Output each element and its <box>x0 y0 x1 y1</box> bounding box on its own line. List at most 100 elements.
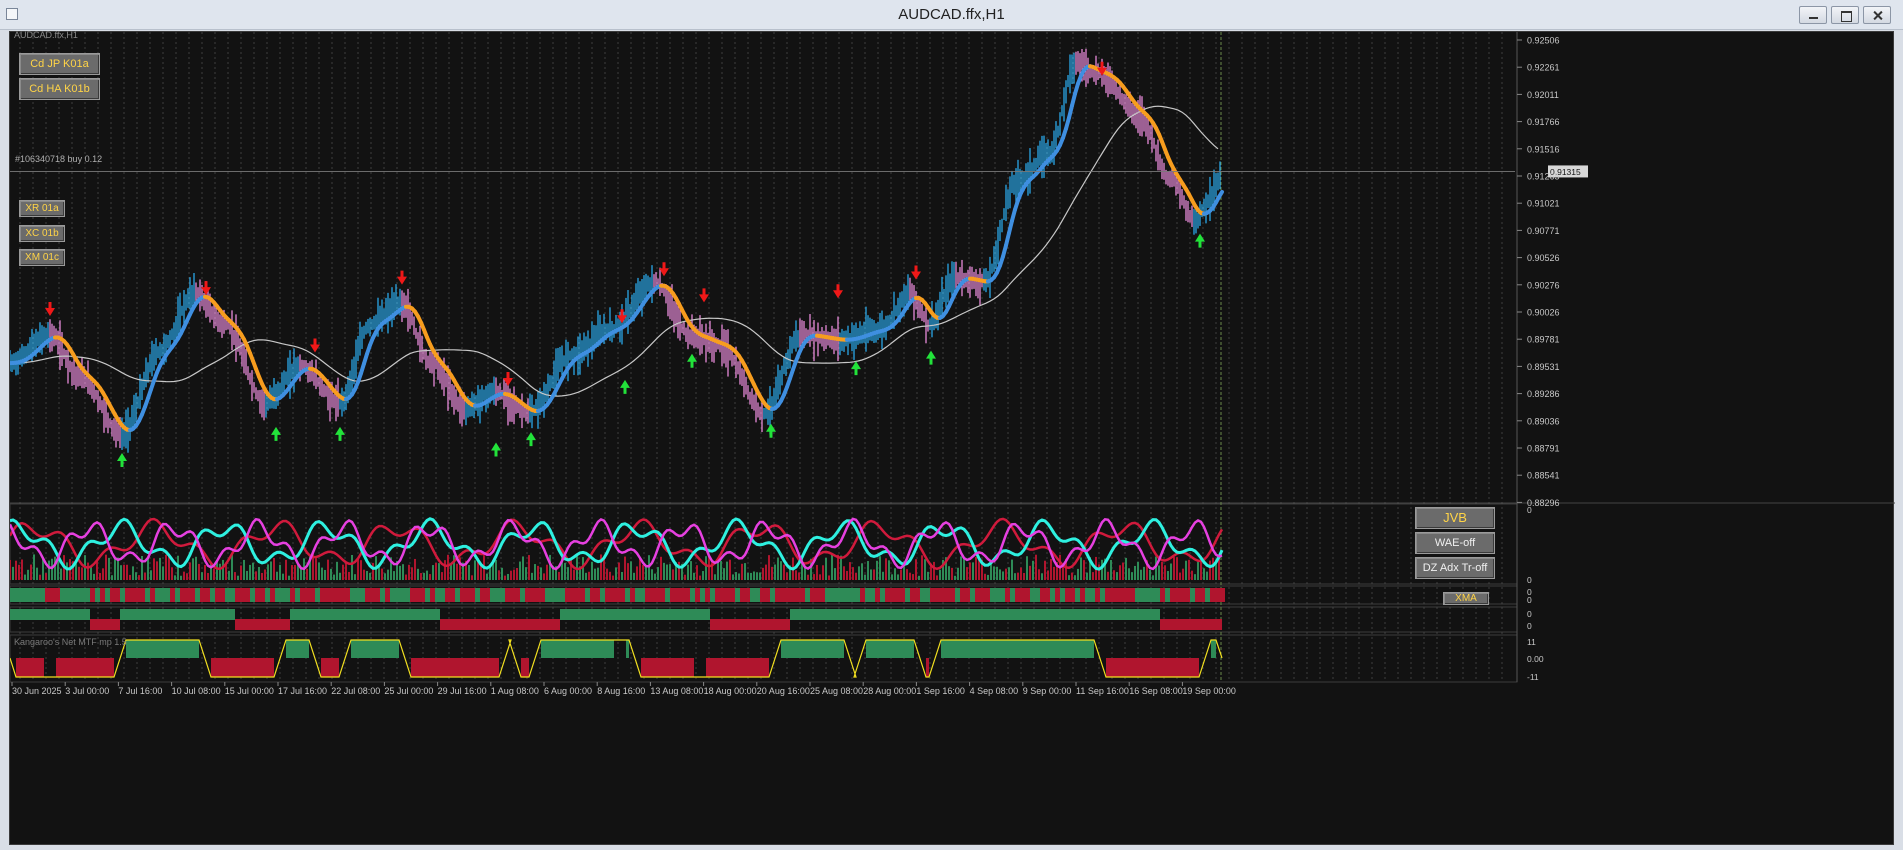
trend-bar-1-cell <box>105 588 110 602</box>
trend-bar-1-cell <box>665 588 670 602</box>
trend-bar-1-cell <box>1060 588 1065 602</box>
trend-bar-1-cell <box>910 588 915 602</box>
trend-bar-1-cell <box>205 588 210 602</box>
trend-bar-1-cell <box>870 588 875 602</box>
trend-bar-1-cell <box>630 588 635 602</box>
trend-bar-1-cell <box>1025 588 1030 602</box>
trend-bar-1-cell <box>600 588 605 602</box>
trend-bar-1-cell <box>125 588 130 602</box>
trend-bar-1-cell <box>1075 588 1080 602</box>
trend-bar-1-cell <box>820 588 825 602</box>
trend-bar-2-segment <box>790 609 1160 620</box>
trend-bar-1-cell <box>1050 588 1055 602</box>
close-button[interactable] <box>1863 6 1891 24</box>
trend-bar-1-cell <box>525 588 530 602</box>
trend-bar-1-cell <box>505 588 510 602</box>
kangaroo-net-block <box>541 640 614 658</box>
trend-bar-1-cell <box>365 588 370 602</box>
time-axis-label: 28 Aug 00:00 <box>863 686 916 696</box>
trend-bar-1-cell <box>1125 588 1130 602</box>
time-axis-label: 29 Jul 16:00 <box>438 686 487 696</box>
kangaroo-net-block <box>1211 640 1216 658</box>
trend-bar-1-cell <box>10 588 15 602</box>
trend-bar-1-cell <box>270 588 275 602</box>
buy-arrow-icon <box>1195 233 1205 248</box>
chart-area[interactable]: 0.91315 0.92506 0.92261 0.92011 0.91766 0.915… <box>9 30 1895 846</box>
trend-bar-2-segment <box>10 609 90 620</box>
xma-button[interactable]: XMA <box>1443 592 1489 605</box>
trend-bar-1-cell <box>610 588 615 602</box>
kangaroo-net-block <box>706 658 769 677</box>
trend-bar-1-cell <box>890 588 895 602</box>
kangaroo-net-block <box>926 658 929 677</box>
trend-bar-1-cell <box>460 588 465 602</box>
trend-bar-1-cell <box>385 588 390 602</box>
trend-bar-1-cell <box>695 588 700 602</box>
indicator-axis-label: -11 <box>1527 672 1539 682</box>
xr-button[interactable]: XR 01a <box>19 200 65 217</box>
trend-bar-1-cell <box>310 588 315 602</box>
wae-button[interactable]: WAE-off <box>1415 532 1495 554</box>
price-axis-label: 0.91516 <box>1527 144 1560 154</box>
trend-bar-2-segment <box>1160 619 1222 630</box>
trend-bar-1-cell <box>455 588 460 602</box>
trend-bar-1-cell <box>45 588 50 602</box>
trend-bar-1-cell <box>575 588 580 602</box>
trend-bar-1-cell <box>130 588 135 602</box>
trend-bar-1-cell <box>875 588 880 602</box>
trend-bar-1-cell <box>155 588 160 602</box>
trend-bar-1-cell <box>920 588 925 602</box>
trend-bar-1-cell <box>880 588 885 602</box>
price-axis-label: 0.92261 <box>1527 63 1560 73</box>
jvb-button[interactable]: JVB <box>1415 507 1495 529</box>
buy-arrow-icon <box>526 432 536 447</box>
time-axis-label: 10 Jul 08:00 <box>172 686 221 696</box>
buy-arrow-icon <box>117 453 127 467</box>
trend-bar-1-cell <box>1080 588 1085 602</box>
trend-bar-1-cell <box>15 588 20 602</box>
price-axis-label: 0.88541 <box>1527 471 1560 481</box>
trend-bar-1-cell <box>570 588 575 602</box>
trend-bar-1-cell <box>80 588 85 602</box>
kangaroo-net-block <box>866 640 914 658</box>
price-axis-label: 0.90526 <box>1527 253 1560 263</box>
trend-bar-1-cell <box>290 588 295 602</box>
trend-bar-1-cell <box>345 588 350 602</box>
trend-bar-1-cell <box>860 588 865 602</box>
trend-bar-1-cell <box>335 588 340 602</box>
trend-bar-1-cell <box>805 588 810 602</box>
time-axis-label: 16 Sep 08:00 <box>1129 686 1183 696</box>
xc-button[interactable]: XC 01b <box>19 225 65 242</box>
trend-bar-1-cell <box>85 588 90 602</box>
minimize-button[interactable] <box>1799 6 1827 24</box>
trend-bar-1-cell <box>1005 588 1010 602</box>
price-axis-label: 0.91766 <box>1527 117 1560 127</box>
trend-bar-1-cell <box>180 588 185 602</box>
trend-bar-1-cell <box>680 588 685 602</box>
time-axis-label: 13 Aug 08:00 <box>650 686 703 696</box>
trend-bar-1-cell <box>710 588 715 602</box>
price-axis-label: 0.90026 <box>1527 308 1560 318</box>
time-axis-label: 11 Sep 16:00 <box>1076 686 1129 696</box>
trend-bar-1-cell <box>1065 588 1070 602</box>
maximize-button[interactable] <box>1831 6 1859 24</box>
dz-adx-button[interactable]: DZ Adx Tr-off <box>1415 557 1495 579</box>
trend-bar-1-cell <box>1180 588 1185 602</box>
cd-jp-button[interactable]: Cd JP K01a <box>19 53 100 75</box>
trend-bar-2-segment <box>235 619 250 630</box>
trend-bar-1-cell <box>1150 588 1155 602</box>
cd-ha-button[interactable]: Cd HA K01b <box>19 78 100 100</box>
kangaroo-net-block <box>56 658 114 677</box>
price-axis-label: 0.90276 <box>1527 280 1560 290</box>
trend-bar-1-cell <box>25 588 30 602</box>
buy-arrow-icon <box>335 426 345 441</box>
trend-bar-1-cell <box>70 588 75 602</box>
trend-bar-1-cell <box>480 588 485 602</box>
price-chart[interactable]: 0.913150.925060.922610.920110.917660.915… <box>10 32 1895 846</box>
trend-bar-1-cell <box>615 588 620 602</box>
xm-button[interactable]: XM 01c <box>19 249 65 266</box>
price-axis-label: 0.89531 <box>1527 362 1560 372</box>
trend-bar-1-cell <box>340 588 345 602</box>
trend-bar-2-segment <box>710 619 790 630</box>
trend-bar-1-cell <box>540 588 545 602</box>
